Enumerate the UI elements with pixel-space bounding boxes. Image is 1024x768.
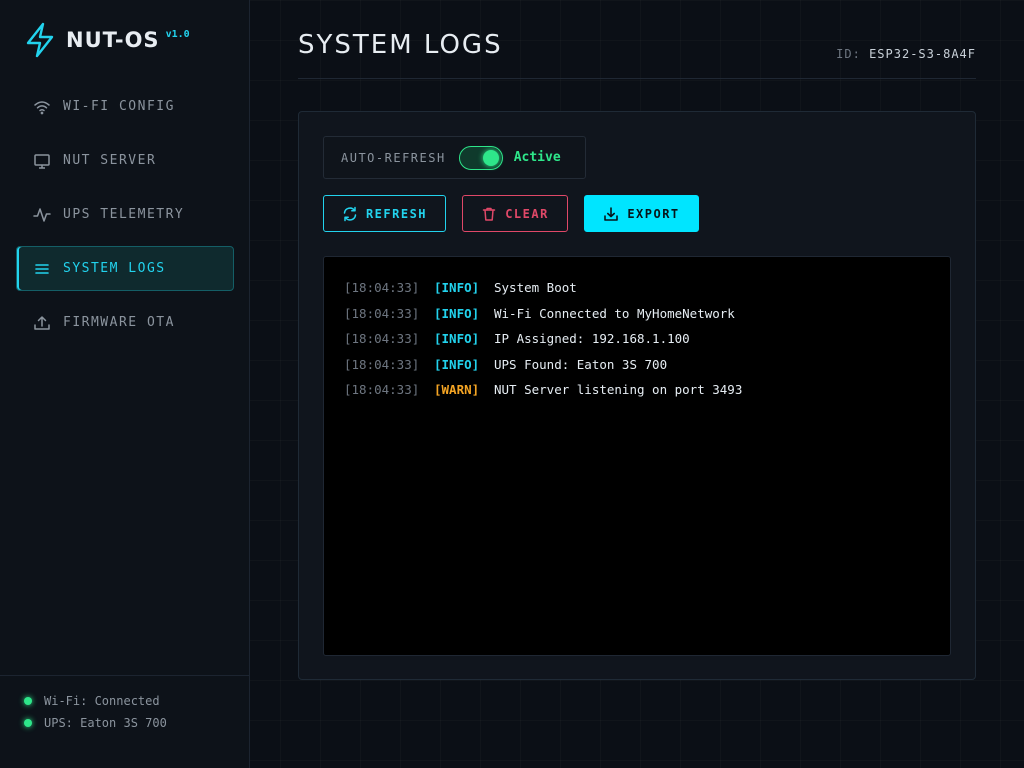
log-entry: [18:04:33] [INFO] System Boot (344, 275, 950, 301)
sidebar-item-wifi-config[interactable]: WI-FI CONFIG (16, 84, 234, 129)
connection-status: Wi-Fi: Connected UPS: Eaton 3S 700 (0, 675, 250, 768)
monitor-icon (33, 152, 51, 170)
log-entry: [18:04:33] [WARN] NUT Server listening o… (344, 377, 950, 403)
wifi-status-text: Wi-Fi: Connected (44, 694, 160, 708)
device-id: ID: ESP32-S3-8A4F (836, 47, 976, 61)
log-level: [INFO] (434, 356, 480, 372)
download-icon (603, 206, 619, 222)
activity-icon (33, 206, 51, 224)
ups-status: UPS: Eaton 3S 700 (24, 712, 250, 734)
upload-icon (33, 314, 51, 332)
sidebar-item-system-logs[interactable]: SYSTEM LOGS (16, 246, 234, 291)
sidebar-item-firmware-ota[interactable]: FIRMWARE OTA (16, 300, 234, 345)
device-id-label: ID: (836, 47, 861, 61)
trash-icon (481, 206, 497, 222)
wifi-status: Wi-Fi: Connected (24, 690, 250, 712)
sidebar-item-label: WI-FI CONFIG (63, 99, 175, 114)
auto-refresh-label: AUTO-REFRESH (341, 150, 446, 165)
log-level: [WARN] (434, 382, 480, 398)
clear-label: CLEAR (505, 206, 549, 221)
status-dot-icon (24, 697, 32, 705)
logs-panel: AUTO-REFRESH Active REFRESH CLEAR EXPORT… (298, 111, 976, 680)
toggle-knob (482, 149, 499, 166)
list-icon (33, 260, 51, 278)
export-label: EXPORT (627, 206, 680, 221)
refresh-label: REFRESH (365, 206, 428, 221)
log-level: [INFO] (434, 305, 480, 321)
log-entry: [18:04:33] [INFO] UPS Found: Eaton 3S 70… (344, 352, 950, 378)
export-button[interactable]: EXPORT (584, 195, 699, 232)
sidebar-nav: WI-FI CONFIG NUT SERVER UPS TELEMETRY SY… (16, 84, 234, 354)
auto-refresh-toggle[interactable] (458, 145, 503, 170)
refresh-icon (342, 206, 358, 222)
log-timestamp: [18:04:33] (344, 331, 420, 347)
brand[interactable]: NUT-OS v1.0 (24, 22, 190, 58)
device-id-value: ESP32-S3-8A4F (869, 47, 976, 61)
log-message: System Boot (494, 280, 577, 296)
log-entry: [18:04:33] [INFO] Wi-Fi Connected to MyH… (344, 301, 950, 327)
log-message: Wi-Fi Connected to MyHomeNetwork (494, 305, 735, 321)
page-title: SYSTEM LOGS (298, 30, 503, 60)
brand-name: NUT-OS (66, 28, 160, 52)
auto-refresh-control: AUTO-REFRESH Active (323, 136, 586, 179)
log-timestamp: [18:04:33] (344, 280, 420, 296)
sidebar-item-label: FIRMWARE OTA (63, 315, 175, 330)
lightning-bolt-icon (26, 22, 54, 58)
log-timestamp: [18:04:33] (344, 356, 420, 372)
log-message: UPS Found: Eaton 3S 700 (494, 356, 668, 372)
sidebar-item-label: NUT SERVER (63, 153, 157, 168)
auto-refresh-state: Active (513, 150, 561, 165)
ups-status-text: UPS: Eaton 3S 700 (44, 716, 167, 730)
wifi-icon (33, 98, 51, 116)
sidebar: NUT-OS v1.0 WI-FI CONFIG NUT SERVER UPS … (0, 0, 250, 768)
log-entry: [18:04:33] [INFO] IP Assigned: 192.168.1… (344, 326, 950, 352)
title-divider (298, 78, 976, 79)
log-message: NUT Server listening on port 3493 (494, 382, 743, 398)
log-console[interactable]: [18:04:33] [INFO] System Boot [18:04:33]… (323, 256, 951, 656)
brand-version: v1.0 (165, 28, 190, 40)
sidebar-item-nut-server[interactable]: NUT SERVER (16, 138, 234, 183)
sidebar-item-label: UPS TELEMETRY (63, 207, 185, 222)
refresh-button[interactable]: REFRESH (323, 195, 446, 232)
status-dot-icon (24, 719, 32, 727)
log-timestamp: [18:04:33] (344, 382, 420, 398)
log-message: IP Assigned: 192.168.1.100 (494, 331, 690, 347)
log-level: [INFO] (434, 280, 480, 296)
clear-button[interactable]: CLEAR (462, 195, 568, 232)
log-level: [INFO] (434, 331, 480, 347)
sidebar-item-label: SYSTEM LOGS (63, 261, 166, 276)
log-timestamp: [18:04:33] (344, 305, 420, 321)
sidebar-item-ups-telemetry[interactable]: UPS TELEMETRY (16, 192, 234, 237)
